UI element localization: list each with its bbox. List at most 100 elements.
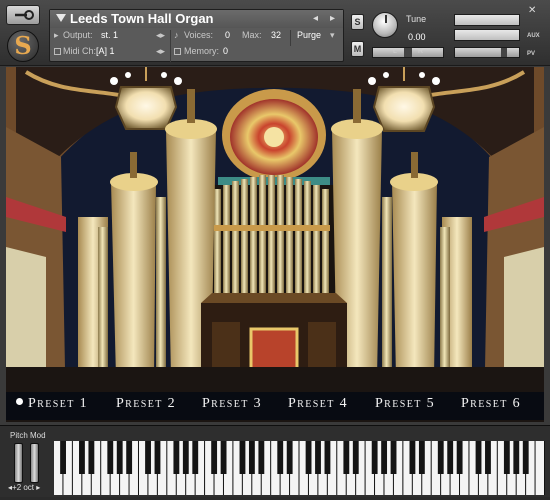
- preset-bar: Preset 1 Preset 2 Preset 3 Preset 4 Pres…: [6, 392, 544, 420]
- black-key[interactable]: [409, 441, 416, 474]
- pan-right-label: R: [418, 48, 424, 55]
- output-level-meter-bottom: [454, 29, 520, 41]
- octave-shift-control[interactable]: ◂+2 oct ▸: [8, 483, 40, 492]
- midi-row: Midi Ch: [A] 1 ◂▸ Memory: 0: [50, 46, 343, 62]
- instrument-header: S Leeds Town Hall Organ ◂ ▸ ▸ Output: st…: [0, 0, 550, 66]
- black-key[interactable]: [381, 441, 388, 474]
- black-key[interactable]: [79, 441, 85, 474]
- black-key[interactable]: [475, 441, 482, 474]
- pan-slider-handle[interactable]: [404, 48, 412, 57]
- preset-4-button[interactable]: Preset 4: [288, 396, 348, 416]
- black-key[interactable]: [418, 441, 425, 474]
- piano-keys[interactable]: [54, 441, 545, 495]
- organ-hall-illustration: [6, 67, 544, 422]
- voices-label: Voices:: [184, 30, 214, 40]
- piano-keyboard[interactable]: [54, 441, 545, 495]
- black-key[interactable]: [220, 441, 227, 474]
- black-key[interactable]: [503, 441, 510, 474]
- tune-label: Tune: [406, 14, 427, 24]
- black-key[interactable]: [447, 441, 454, 474]
- preset-label: Preset 1: [28, 396, 89, 411]
- black-key[interactable]: [324, 441, 331, 474]
- black-key[interactable]: [305, 441, 312, 474]
- preset-label: Preset 3: [202, 396, 263, 411]
- preset-5-button[interactable]: Preset 5: [375, 396, 435, 416]
- black-key[interactable]: [485, 441, 491, 474]
- selected-dot-icon: [16, 398, 23, 405]
- close-icon[interactable]: ✕: [528, 5, 536, 16]
- black-key[interactable]: [182, 441, 189, 474]
- solo-button[interactable]: S: [351, 14, 364, 30]
- kontakt-logo: S: [7, 30, 39, 62]
- divider: [170, 46, 171, 62]
- pv-button[interactable]: PV: [527, 51, 535, 57]
- voices-value: 0: [225, 30, 231, 40]
- output-dropdown-icon[interactable]: ◂▸: [156, 30, 165, 41]
- preset-3-button[interactable]: Preset 3: [202, 396, 262, 416]
- collapse-triangle-icon[interactable]: [56, 14, 66, 22]
- black-key[interactable]: [88, 441, 95, 474]
- midi-icon: [54, 46, 63, 56]
- black-key[interactable]: [192, 441, 199, 474]
- memory-value: 0: [223, 46, 229, 56]
- pan-slider[interactable]: [372, 47, 444, 58]
- wrench-icon[interactable]: [6, 5, 40, 25]
- preset-label: Preset 4: [288, 396, 349, 411]
- instrument-title-bar: Leeds Town Hall Organ ◂ ▸: [50, 10, 343, 28]
- mod-wheel[interactable]: [30, 443, 39, 483]
- black-key[interactable]: [116, 441, 123, 474]
- kontakt-instrument-window: S Leeds Town Hall Organ ◂ ▸ ▸ Output: st…: [0, 0, 550, 497]
- volume-slider-handle[interactable]: [501, 48, 507, 57]
- voices-icon: ♪: [174, 30, 179, 40]
- pitch-wheel[interactable]: [14, 443, 23, 483]
- black-key[interactable]: [352, 441, 359, 474]
- tune-knob[interactable]: [372, 12, 398, 38]
- black-key[interactable]: [60, 441, 66, 474]
- instrument-name[interactable]: Leeds Town Hall Organ: [70, 11, 214, 26]
- black-key[interactable]: [239, 441, 246, 474]
- black-key[interactable]: [145, 441, 151, 474]
- preset-2-button[interactable]: Preset 2: [116, 396, 176, 416]
- pan-left-label: L: [393, 48, 397, 55]
- black-key[interactable]: [437, 441, 444, 474]
- max-voices-value[interactable]: 32: [271, 30, 281, 40]
- black-key[interactable]: [154, 441, 161, 474]
- purge-menu[interactable]: Purge: [297, 30, 321, 40]
- black-key[interactable]: [513, 441, 520, 474]
- preset-1-button[interactable]: Preset 1: [16, 396, 88, 416]
- black-key[interactable]: [277, 441, 284, 474]
- black-key[interactable]: [173, 441, 180, 474]
- black-key[interactable]: [456, 441, 463, 474]
- black-key[interactable]: [126, 441, 133, 474]
- black-key[interactable]: [390, 441, 397, 474]
- next-instrument-icon[interactable]: ▸: [330, 13, 335, 24]
- white-key[interactable]: [535, 441, 544, 495]
- black-key[interactable]: [522, 441, 529, 474]
- tune-value[interactable]: 0.00: [408, 32, 426, 42]
- output-value[interactable]: st. 1: [101, 30, 118, 40]
- output-row: ▸ Output: st. 1 ◂▸ ♪ Voices: 0 Max: 32 P…: [50, 30, 343, 46]
- midi-dropdown-icon[interactable]: ◂▸: [156, 46, 165, 57]
- volume-slider[interactable]: [454, 47, 520, 58]
- midi-channel-value[interactable]: [A] 1: [96, 46, 115, 56]
- divider: [170, 30, 171, 46]
- black-key[interactable]: [315, 441, 321, 474]
- black-key[interactable]: [343, 441, 350, 474]
- black-key[interactable]: [211, 441, 218, 474]
- black-key[interactable]: [371, 441, 378, 474]
- aux-button[interactable]: AUX: [527, 33, 540, 39]
- black-key[interactable]: [107, 441, 114, 474]
- preset-label: Preset 2: [116, 396, 177, 411]
- black-key[interactable]: [248, 441, 255, 474]
- preset-label: Preset 5: [375, 396, 436, 411]
- black-key[interactable]: [286, 441, 293, 474]
- purge-dropdown-icon[interactable]: ▾: [330, 30, 335, 41]
- preset-label: Preset 6: [461, 396, 522, 411]
- preset-6-button[interactable]: Preset 6: [461, 396, 521, 416]
- black-key[interactable]: [258, 441, 265, 474]
- organ-artwork: [6, 67, 544, 422]
- mute-button[interactable]: M: [351, 41, 364, 57]
- previous-instrument-icon[interactable]: ◂: [313, 13, 318, 24]
- instrument-info-panel: Leeds Town Hall Organ ◂ ▸ ▸ Output: st. …: [49, 9, 344, 62]
- max-label: Max:: [242, 30, 262, 40]
